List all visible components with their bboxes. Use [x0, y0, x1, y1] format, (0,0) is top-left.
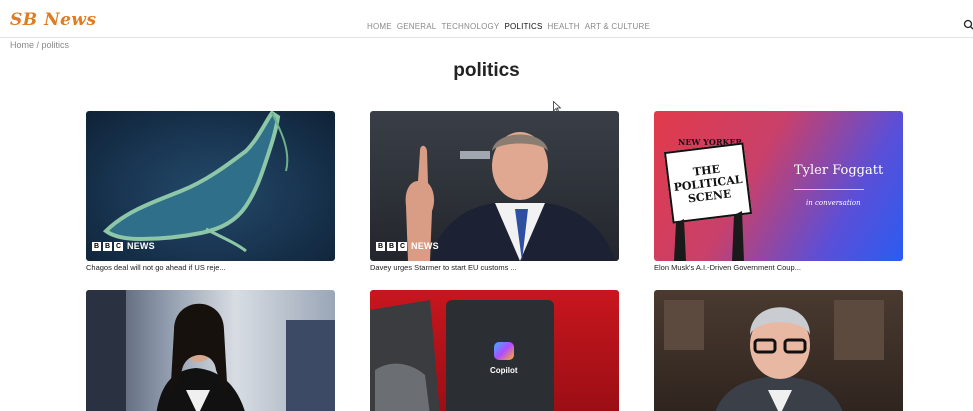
article-title[interactable]: Davey urges Starmer to start EU customs … [370, 263, 619, 272]
article-card[interactable]: BBC NEWS Davey urges Starmer to start EU… [370, 111, 619, 272]
top-navbar: SB News HOME GENERAL TECHNOLOGY POLITICS… [0, 0, 973, 38]
article-card[interactable]: Copilot [370, 290, 619, 411]
copilot-title: Copilot [490, 366, 518, 375]
article-thumbnail-podcast[interactable]: NEW YORKER THE POLITICAL SCENE Tyler Fog… [654, 111, 903, 261]
article-thumbnail-man[interactable] [654, 290, 903, 411]
article-title[interactable]: Elon Musk's A.I.-Driven Government Coup.… [654, 263, 903, 272]
main-nav: HOME GENERAL TECHNOLOGY POLITICS HEALTH … [367, 22, 650, 31]
divider [794, 189, 864, 190]
article-thumbnail-speaker[interactable]: BBC NEWS [370, 111, 619, 261]
bbc-news-badge: BBC NEWS [92, 241, 155, 251]
article-thumbnail-portrait[interactable] [86, 290, 335, 411]
article-card[interactable]: NEW YORKER THE POLITICAL SCENE Tyler Fog… [654, 111, 903, 272]
site-logo[interactable]: SB News [10, 10, 97, 30]
breadcrumb-home[interactable]: Home [10, 40, 34, 50]
bbc-news-badge: BBC NEWS [376, 241, 439, 251]
search-icon[interactable] [963, 19, 973, 31]
page-title: politics [453, 60, 520, 81]
badge-label: NEWS [127, 241, 155, 251]
speaker-image [405, 132, 615, 261]
nav-item-health[interactable]: HEALTH [548, 22, 580, 31]
host-name: Tyler Foggatt [794, 163, 884, 178]
breadcrumb-current: politics [41, 40, 70, 50]
badge-label: NEWS [411, 241, 439, 251]
copilot-icon [494, 342, 514, 360]
man-portrait-image [664, 300, 884, 411]
nav-item-politics[interactable]: POLITICS [504, 22, 542, 31]
article-title[interactable]: Chagos deal will not go ahead if US reje… [86, 263, 335, 272]
nav-item-technology[interactable]: TECHNOLOGY [441, 22, 499, 31]
nav-item-general[interactable]: GENERAL [397, 22, 437, 31]
podcast-subtitle: in conversation [806, 199, 861, 207]
nav-item-art-culture[interactable]: ART & CULTURE [585, 22, 650, 31]
nav-item-home[interactable]: HOME [367, 22, 392, 31]
article-card[interactable] [654, 290, 903, 411]
atoll-image [102, 111, 289, 253]
hands-illustration [674, 211, 744, 261]
article-thumbnail-copilot[interactable]: Copilot [370, 290, 619, 411]
article-card[interactable] [86, 290, 335, 411]
article-thumbnail-atoll[interactable]: BBC NEWS [86, 111, 335, 261]
breadcrumb-separator: / [34, 40, 42, 50]
article-card[interactable]: BBC NEWS Chagos deal will not go ahead i… [86, 111, 335, 272]
portrait-image [86, 290, 335, 411]
breadcrumb: Home / politics [10, 40, 69, 50]
